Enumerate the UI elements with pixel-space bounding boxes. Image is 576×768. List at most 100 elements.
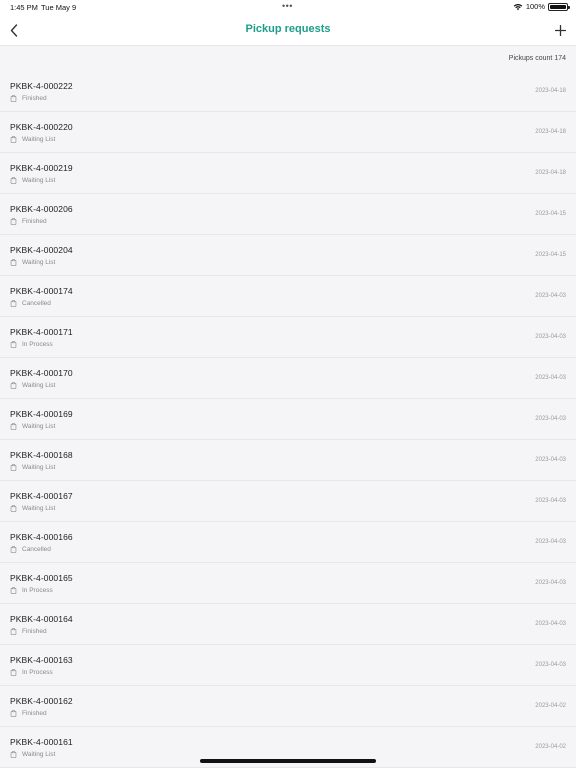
battery-icon <box>548 2 570 11</box>
status-time: 1:45 PM <box>10 3 38 12</box>
pickup-status-label: In Process <box>22 341 53 348</box>
pickup-date: 2023-04-03 <box>535 334 566 340</box>
pickup-row[interactable]: PKBK-4-000220 Waiting List 2023-04-18 <box>0 112 576 153</box>
clipboard-icon <box>10 218 17 225</box>
pickup-date: 2023-04-18 <box>535 88 566 94</box>
pickup-status-label: Waiting List <box>22 382 56 389</box>
pickup-status-label: In Process <box>22 587 53 594</box>
pickup-status-label: Waiting List <box>22 464 56 471</box>
pickup-status-label: Finished <box>22 95 47 102</box>
pickup-date: 2023-04-03 <box>535 580 566 586</box>
plus-icon <box>554 24 566 36</box>
pickup-id: PKBK-4-000220 <box>10 122 73 132</box>
pickup-status: Waiting List <box>10 259 55 266</box>
pickup-date: 2023-04-02 <box>535 744 566 750</box>
home-indicator[interactable] <box>200 759 376 763</box>
pickup-status-label: Cancelled <box>22 300 51 307</box>
pickup-date: 2023-04-18 <box>535 170 566 176</box>
clipboard-icon <box>10 259 17 266</box>
pickups-count-row: Pickups count 174 <box>0 47 576 71</box>
clipboard-icon <box>10 751 17 758</box>
pickup-row[interactable]: PKBK-4-000163 In Process 2023-04-03 <box>0 645 576 686</box>
pickup-row[interactable]: PKBK-4-000219 Waiting List 2023-04-18 <box>0 153 576 194</box>
clipboard-icon <box>10 628 17 635</box>
pickup-date: 2023-04-03 <box>535 416 566 422</box>
pickup-status-label: Finished <box>22 218 47 225</box>
pickup-status-label: Waiting List <box>22 136 56 143</box>
pickup-status-label: Waiting List <box>22 177 56 184</box>
pickup-date: 2023-04-03 <box>535 662 566 668</box>
pickup-id: PKBK-4-000162 <box>10 696 73 706</box>
pickup-row[interactable]: PKBK-4-000162 Finished 2023-04-02 <box>0 686 576 727</box>
pickup-row[interactable]: PKBK-4-000164 Finished 2023-04-03 <box>0 604 576 645</box>
pickup-status: Cancelled <box>10 546 51 553</box>
pickup-status-label: Finished <box>22 628 47 635</box>
pickup-status: In Process <box>10 341 53 348</box>
pickup-date: 2023-04-02 <box>535 703 566 709</box>
pickup-status-label: Cancelled <box>22 546 51 553</box>
pickups-count: Pickups count 174 <box>508 55 566 62</box>
pickup-date: 2023-04-03 <box>535 375 566 381</box>
pickup-id: PKBK-4-000219 <box>10 163 73 173</box>
pickup-id: PKBK-4-000171 <box>10 327 73 337</box>
pickup-date: 2023-04-15 <box>535 252 566 258</box>
pickup-status-label: Waiting List <box>22 505 56 512</box>
pickup-status: Finished <box>10 218 47 225</box>
pickup-status: Waiting List <box>10 505 55 512</box>
add-pickup-button[interactable] <box>552 21 568 39</box>
pickup-id: PKBK-4-000170 <box>10 368 73 378</box>
navigation-bar: Pickup requests <box>0 14 576 46</box>
pickup-date: 2023-04-03 <box>535 621 566 627</box>
pickup-id: PKBK-4-000222 <box>10 81 73 91</box>
pickup-status-label: Waiting List <box>22 423 56 430</box>
status-indicators: 100% <box>513 2 570 11</box>
pickup-row[interactable]: PKBK-4-000170 Waiting List 2023-04-03 <box>0 358 576 399</box>
page-title: Pickup requests <box>245 23 331 35</box>
clipboard-icon <box>10 546 17 553</box>
pickup-date: 2023-04-03 <box>535 539 566 545</box>
pickup-status: Finished <box>10 95 47 102</box>
pickup-row[interactable]: PKBK-4-000222 Finished 2023-04-18 <box>0 71 576 112</box>
pickup-row[interactable]: PKBK-4-000167 Waiting List 2023-04-03 <box>0 481 576 522</box>
pickup-row[interactable]: PKBK-4-000168 Waiting List 2023-04-03 <box>0 440 576 481</box>
pickup-row[interactable]: PKBK-4-000171 In Process 2023-04-03 <box>0 317 576 358</box>
clipboard-icon <box>10 382 17 389</box>
pickup-id: PKBK-4-000165 <box>10 573 73 583</box>
multitasking-dots[interactable]: ••• <box>282 1 293 11</box>
pickup-status: Cancelled <box>10 300 51 307</box>
pickup-id: PKBK-4-000161 <box>10 737 73 747</box>
pickup-row[interactable]: PKBK-4-000204 Waiting List 2023-04-15 <box>0 235 576 276</box>
clipboard-icon <box>10 587 17 594</box>
pickup-date: 2023-04-18 <box>535 129 566 135</box>
pickup-status: Waiting List <box>10 751 55 758</box>
pickup-id: PKBK-4-000169 <box>10 409 73 419</box>
pickup-status: Finished <box>10 628 47 635</box>
pickup-status-label: In Process <box>22 669 53 676</box>
pickup-status: Finished <box>10 710 47 717</box>
pickup-status: In Process <box>10 669 53 676</box>
pickup-id: PKBK-4-000163 <box>10 655 73 665</box>
pickup-row[interactable]: PKBK-4-000166 Cancelled 2023-04-03 <box>0 522 576 563</box>
pickup-status: Waiting List <box>10 382 55 389</box>
pickup-id: PKBK-4-000174 <box>10 286 73 296</box>
battery-percent: 100% <box>525 2 545 11</box>
clipboard-icon <box>10 136 17 143</box>
clipboard-icon <box>10 423 17 430</box>
clipboard-icon <box>10 464 17 471</box>
pickup-row[interactable]: PKBK-4-000174 Cancelled 2023-04-03 <box>0 276 576 317</box>
clipboard-icon <box>10 505 17 512</box>
clipboard-icon <box>10 669 17 676</box>
pickup-date: 2023-04-03 <box>535 498 566 504</box>
pickup-status: Waiting List <box>10 464 55 471</box>
pickup-row[interactable]: PKBK-4-000169 Waiting List 2023-04-03 <box>0 399 576 440</box>
pickup-date: 2023-04-03 <box>535 293 566 299</box>
pickup-status: Waiting List <box>10 177 55 184</box>
pickup-id: PKBK-4-000166 <box>10 532 73 542</box>
pickup-row[interactable]: PKBK-4-000206 Finished 2023-04-15 <box>0 194 576 235</box>
pickup-id: PKBK-4-000164 <box>10 614 73 624</box>
pickup-id: PKBK-4-000167 <box>10 491 73 501</box>
pickup-id: PKBK-4-000168 <box>10 450 73 460</box>
pickup-status: In Process <box>10 587 53 594</box>
pickup-id: PKBK-4-000206 <box>10 204 73 214</box>
pickup-row[interactable]: PKBK-4-000165 In Process 2023-04-03 <box>0 563 576 604</box>
